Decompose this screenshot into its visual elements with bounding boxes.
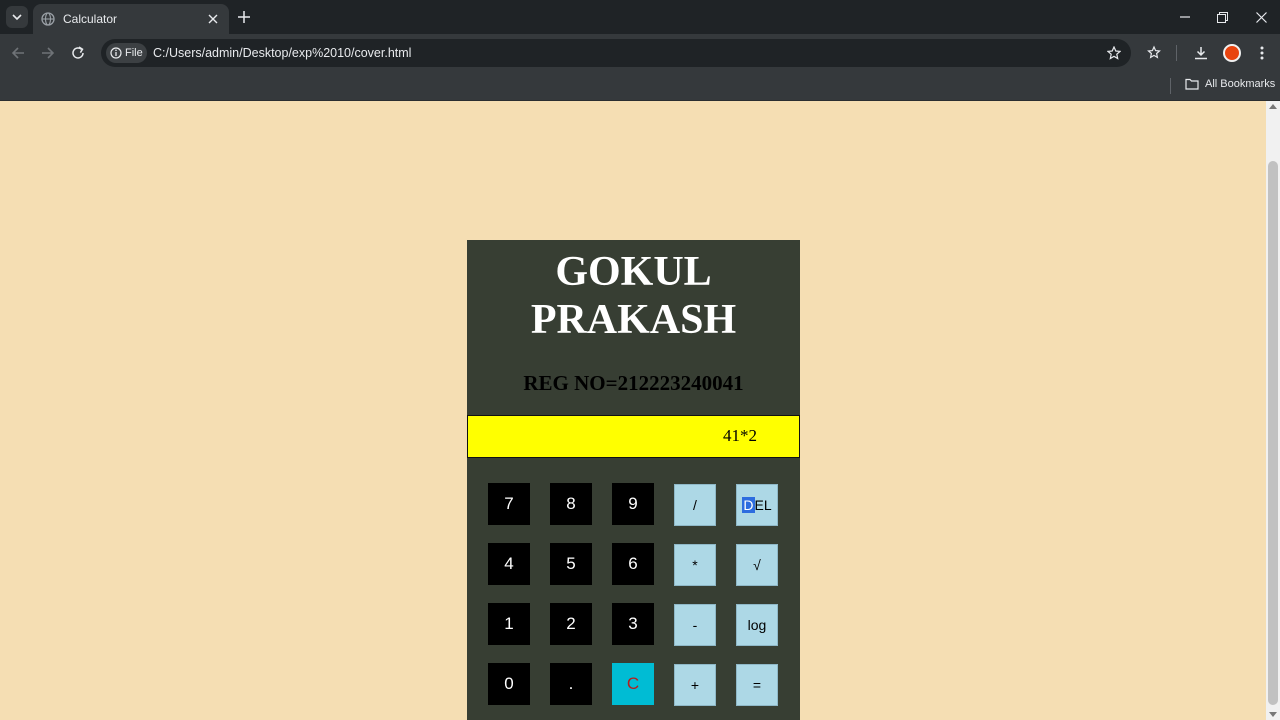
restore-button[interactable] xyxy=(1211,6,1233,28)
key-add[interactable]: + xyxy=(674,664,716,706)
tab-search-button[interactable] xyxy=(6,6,28,28)
url-text[interactable]: C:/Users/admin/Desktop/exp%2010/cover.ht… xyxy=(153,46,411,60)
site-info-chip[interactable]: File xyxy=(106,43,147,63)
key-0[interactable]: 0 xyxy=(488,663,530,705)
delete-label-rest: EL xyxy=(754,497,772,513)
key-2[interactable]: 2 xyxy=(550,603,592,645)
browser-toolbar: File C:/Users/admin/Desktop/exp%2010/cov… xyxy=(0,34,1280,72)
scroll-down-arrow[interactable] xyxy=(1269,712,1277,717)
scroll-thumb[interactable] xyxy=(1268,161,1278,705)
name-line-2: PRAKASH xyxy=(530,297,737,343)
calculator-title: GOKUL PRAKASH xyxy=(467,248,800,344)
scroll-up-arrow[interactable] xyxy=(1269,104,1277,109)
new-tab-button[interactable] xyxy=(234,7,254,27)
download-icon xyxy=(1195,47,1207,60)
globe-icon xyxy=(41,12,55,26)
arrow-right-icon xyxy=(42,47,55,59)
calculator: GOKUL PRAKASH REG NO=212223240041 41*2 7… xyxy=(467,240,800,720)
display-value: 41*2 xyxy=(723,426,757,445)
calculator-display[interactable]: 41*2 xyxy=(467,415,800,458)
profile-avatar[interactable] xyxy=(1223,44,1241,62)
menu-button[interactable] xyxy=(1252,43,1272,63)
reload-button[interactable] xyxy=(68,43,88,63)
key-7[interactable]: 7 xyxy=(488,483,530,525)
selected-text: D xyxy=(742,497,755,513)
folder-icon xyxy=(1185,78,1199,90)
star-icon xyxy=(1107,46,1121,60)
key-equals[interactable]: = xyxy=(736,664,778,706)
downloads-button[interactable] xyxy=(1191,43,1211,63)
key-1[interactable]: 1 xyxy=(488,603,530,645)
more-vertical-icon xyxy=(1260,46,1264,60)
star-list-icon xyxy=(1147,45,1161,59)
page-viewport: GOKUL PRAKASH REG NO=212223240041 41*2 7… xyxy=(0,101,1266,720)
tab-bar: Calculator xyxy=(0,0,1280,34)
chevron-down-icon xyxy=(12,14,22,21)
forward-button[interactable] xyxy=(38,43,58,63)
key-8[interactable]: 8 xyxy=(550,483,592,525)
key-subtract[interactable]: - xyxy=(674,604,716,646)
key-divide[interactable]: / xyxy=(674,484,716,526)
restore-icon xyxy=(1216,11,1228,23)
key-sqrt[interactable]: √ xyxy=(736,544,778,586)
reload-icon xyxy=(72,46,84,59)
key-5[interactable]: 5 xyxy=(550,543,592,585)
bookmark-star-button[interactable] xyxy=(1105,44,1123,62)
key-delete[interactable]: D EL xyxy=(736,484,778,526)
page-scrollbar[interactable] xyxy=(1266,101,1280,720)
key-clear[interactable]: C xyxy=(612,663,654,705)
close-icon xyxy=(1255,11,1267,23)
reg-number: REG NO=212223240041 xyxy=(523,371,744,395)
all-bookmarks-label: All Bookmarks xyxy=(1205,78,1276,90)
close-tab-icon[interactable] xyxy=(205,11,221,27)
toolbar-divider xyxy=(1176,45,1177,61)
active-tab[interactable]: Calculator xyxy=(33,4,229,34)
tab-title: Calculator xyxy=(63,12,118,26)
name-line-1: GOKUL xyxy=(555,249,712,295)
key-6[interactable]: 6 xyxy=(612,543,654,585)
key-log[interactable]: log xyxy=(736,604,778,646)
key-multiply[interactable]: * xyxy=(674,544,716,586)
bookmarks-bar: All Bookmarks xyxy=(0,72,1280,101)
all-bookmarks-button[interactable]: All Bookmarks xyxy=(1185,78,1275,90)
key-decimal[interactable]: . xyxy=(550,663,592,705)
key-3[interactable]: 3 xyxy=(612,603,654,645)
back-button[interactable] xyxy=(8,43,28,63)
chip-label: File xyxy=(125,47,143,59)
arrow-left-icon xyxy=(11,47,24,59)
bookmarks-manager-button[interactable] xyxy=(1145,43,1165,63)
minimize-button[interactable] xyxy=(1174,6,1196,28)
minimize-icon xyxy=(1180,16,1190,18)
close-window-button[interactable] xyxy=(1250,6,1272,28)
info-icon xyxy=(110,47,122,59)
bookmarks-divider xyxy=(1170,78,1171,94)
address-bar[interactable]: File C:/Users/admin/Desktop/exp%2010/cov… xyxy=(101,39,1131,67)
key-9[interactable]: 9 xyxy=(612,483,654,525)
key-4[interactable]: 4 xyxy=(488,543,530,585)
plus-icon xyxy=(238,11,250,23)
